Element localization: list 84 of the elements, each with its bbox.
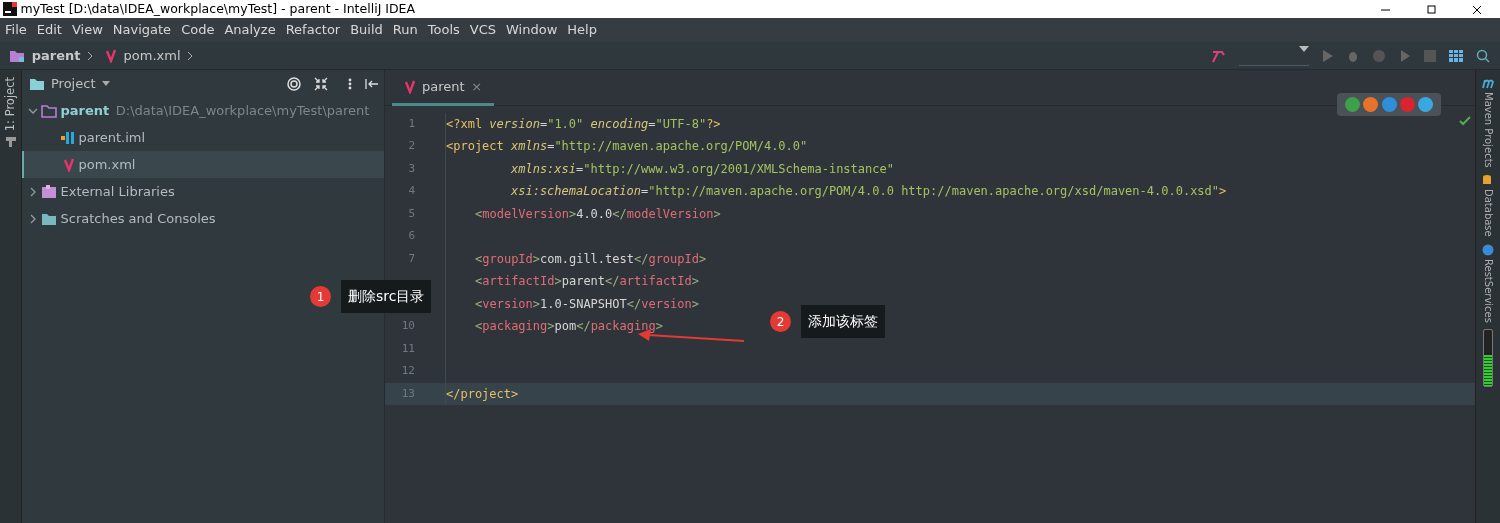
code-line: <modelVersion>4.0.0</modelVersion>	[474, 205, 721, 223]
callout-label: 添加该标签	[801, 305, 885, 338]
editor-tab[interactable]: parent ×	[391, 70, 495, 106]
caret-icon	[1299, 45, 1310, 52]
folder-icon	[9, 48, 26, 63]
tree-item[interactable]: pom.xml	[22, 151, 384, 178]
code-line: <project xmlns="http://maven.apache.org/POM/4.0.0"	[446, 138, 808, 155]
callout-label: 删除src目录	[341, 280, 432, 313]
menu-item[interactable]: View	[66, 18, 108, 42]
line-number: 6	[407, 228, 416, 244]
folder-icon	[41, 103, 58, 118]
line-number: 1	[407, 115, 416, 132]
tree-item[interactable]: parent.iml	[22, 124, 384, 151]
v-logo-icon	[403, 79, 416, 94]
database-icon	[1482, 174, 1494, 187]
run-config-dropdown[interactable]	[1239, 45, 1310, 66]
menu-item[interactable]: Edit	[31, 18, 67, 42]
line-number: 13	[385, 382, 445, 405]
globe-icon	[1482, 243, 1494, 256]
menu-item[interactable]: File	[0, 18, 32, 42]
profile-icon[interactable]	[1399, 48, 1412, 63]
tree-item[interactable]: parent D:\data\IDEA_workplace\myTest\parent	[22, 97, 384, 124]
code-line: <packaging>pom</packaging>	[474, 318, 663, 335]
folder-icon	[41, 211, 58, 226]
module-file-icon	[61, 131, 76, 144]
tool-window-tab[interactable]: Database	[1480, 189, 1496, 237]
menu-item[interactable]: VCS	[464, 18, 502, 42]
hide-panel-icon[interactable]	[364, 78, 378, 89]
line-number: 5	[407, 205, 416, 222]
menu-item[interactable]: Navigate	[107, 18, 177, 42]
line-number: 11	[400, 340, 416, 357]
close-icon[interactable]: ×	[471, 76, 483, 97]
check-icon	[1459, 116, 1471, 126]
maximize-icon[interactable]	[1426, 4, 1436, 15]
browser-icon[interactable]	[1363, 97, 1379, 112]
browser-icon[interactable]	[1381, 97, 1397, 112]
line-number: 4	[407, 183, 416, 199]
menu-item[interactable]: Window	[501, 18, 563, 42]
line-number: 12	[400, 363, 416, 379]
code-line: <?xml version="1.0" encoding="UTF-8"?>	[446, 115, 721, 133]
collapse-icon[interactable]	[314, 76, 328, 91]
run-icon[interactable]	[1322, 48, 1335, 63]
tool-window-tab[interactable]: 1: Project	[1, 76, 20, 131]
code-line: xsi:schemaLocation="http://maven.apache.org/POM/4.0.0 http://maven.apache.org/xsd/maven-4.0.0.xsd">	[510, 183, 1227, 200]
code-line: xmlns:xsi="http://www.w3.org/2001/XMLSchema-instance"	[510, 160, 894, 178]
code-line: <version>1.0-SNAPSHOT</version>	[474, 295, 699, 313]
target-icon[interactable]	[287, 76, 301, 91]
menu-item[interactable]: Run	[387, 18, 423, 42]
tree-item[interactable]: External Libraries	[22, 178, 384, 205]
code-line: <groupId>com.gill.test</groupId>	[474, 250, 707, 268]
chevron-right-icon	[87, 50, 94, 61]
menu-item[interactable]: Build	[345, 18, 388, 42]
chevron-right-icon[interactable]	[28, 186, 38, 197]
menu-item[interactable]: Help	[562, 18, 602, 42]
library-icon	[41, 184, 58, 199]
search-icon[interactable]	[1476, 48, 1491, 63]
menu-item[interactable]: Tools	[422, 18, 465, 42]
close-icon[interactable]	[1472, 4, 1482, 15]
caret-icon	[102, 81, 110, 86]
code-line: <artifactId>parent</artifactId>	[474, 273, 699, 290]
window-title: myTest [D:\data\IDEA_workplace\myTest] - parent - IntelliJ IDEA	[20, 0, 417, 18]
panel-view-dropdown[interactable]: Project	[51, 73, 110, 94]
menu-item[interactable]: Analyze	[219, 18, 281, 42]
grid-icon[interactable]	[1449, 49, 1464, 62]
breadcrumb-item[interactable]: pom.xml	[99, 41, 199, 70]
tool-window-tab[interactable]: Maven Projects	[1480, 91, 1496, 168]
line-number: 3	[407, 160, 416, 177]
browser-icon[interactable]	[1418, 97, 1433, 112]
memory-indicator[interactable]	[1483, 329, 1493, 388]
more-icon[interactable]	[347, 77, 352, 90]
menu-item[interactable]: Code	[176, 18, 220, 42]
line-number: 10	[400, 318, 416, 334]
breadcrumb-item[interactable]: parent	[3, 41, 100, 70]
browser-icon[interactable]	[1345, 97, 1360, 112]
chevron-right-icon	[187, 50, 193, 61]
v-logo-icon	[105, 48, 118, 63]
folder-icon	[28, 76, 45, 91]
chevron-right-icon[interactable]	[28, 213, 38, 224]
line-number: 7	[407, 250, 416, 267]
v-logo-icon	[63, 157, 76, 172]
tree-item[interactable]: Scratches and Consoles	[22, 205, 384, 232]
line-number: 2	[407, 138, 416, 154]
menu-item[interactable]: Refactor	[280, 18, 346, 42]
tool-window-tab[interactable]: RestServices	[1480, 258, 1496, 323]
